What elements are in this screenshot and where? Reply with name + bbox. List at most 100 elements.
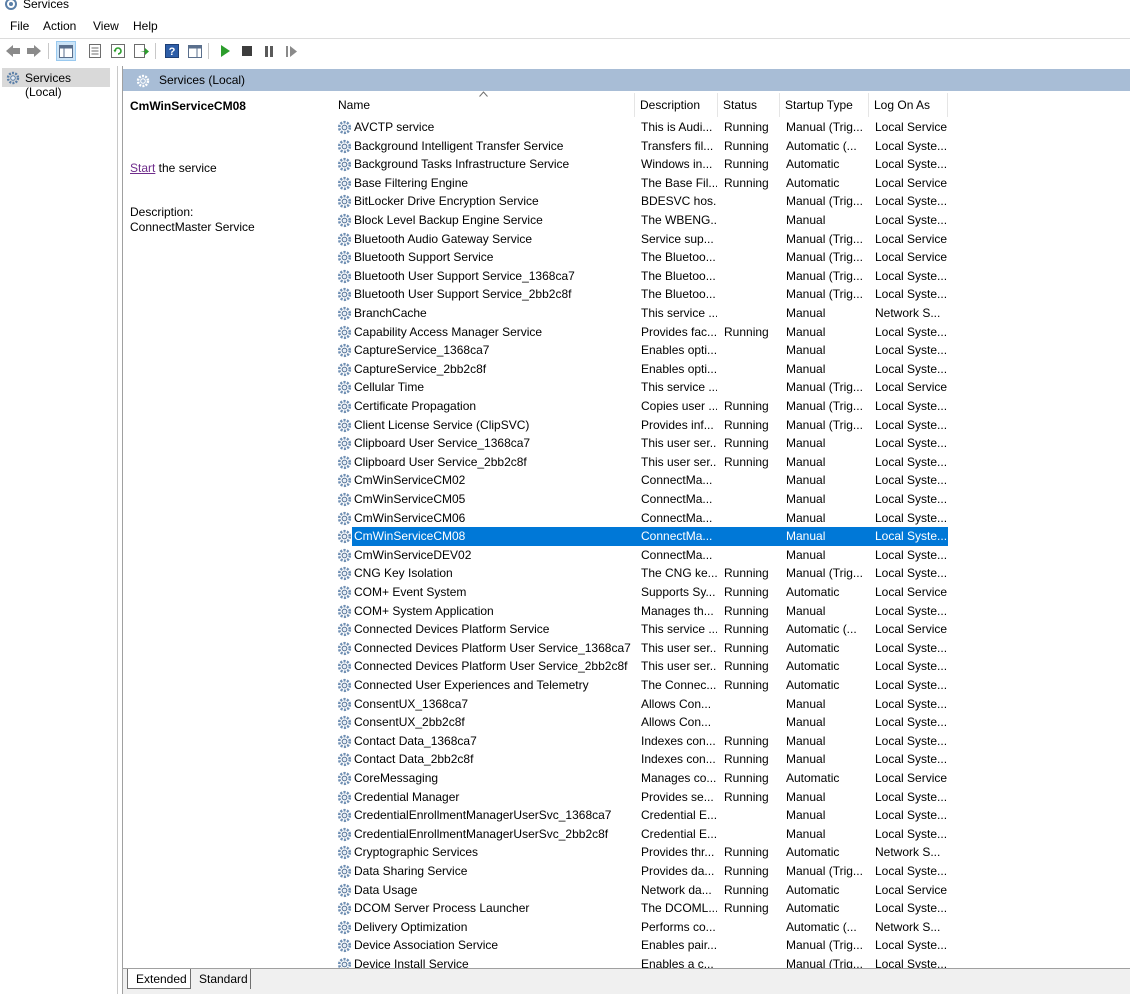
service-row[interactable]: Bluetooth User Support Service_2bb2c8f Th… [333, 285, 1130, 304]
service-row[interactable]: Connected Devices Platform User Service_… [333, 657, 1130, 676]
service-row[interactable]: Capability Access Manager Service Provide… [333, 323, 1130, 342]
service-row[interactable]: CmWinServiceCM08 ConnectMa... Manual Local … [333, 527, 1130, 546]
service-startup-type: Automatic [786, 845, 840, 860]
service-row[interactable]: Background Intelligent Transfer Service T… [333, 137, 1130, 156]
tree-item-services-local[interactable]: Services (Local) [2, 68, 110, 99]
menu-help[interactable]: Help [132, 19, 159, 33]
service-row[interactable]: Base Filtering Engine The Base Fil... Runn… [333, 174, 1130, 193]
service-startup-type: Manual [786, 715, 826, 730]
service-row[interactable]: Cellular Time This service ... Manual (Tri… [333, 378, 1130, 397]
service-log-on-as: Local Syste... [875, 510, 948, 525]
service-row[interactable]: CmWinServiceCM02 ConnectMa... Manual Local … [333, 471, 1130, 490]
pause-service-icon[interactable] [259, 41, 279, 61]
service-status: Running [724, 138, 769, 153]
service-description: Enables opti... [641, 343, 717, 358]
service-status: Running [724, 864, 769, 878]
tab-label: Extended [136, 972, 187, 986]
service-log-on-as: Local Service [875, 585, 948, 599]
service-description: Enables opti... [641, 361, 717, 376]
column-header-label: Name [338, 98, 371, 112]
service-row[interactable]: CaptureService_1368ca7 Enables opti... Man… [333, 341, 1130, 360]
service-row[interactable]: Delivery Optimization Performs co... Autom… [333, 918, 1130, 937]
service-name: Connected Devices Platform Service [354, 622, 550, 637]
service-row[interactable]: CaptureService_2bb2c8f Enables opti... Man… [333, 360, 1130, 379]
service-row[interactable]: Contact Data_1368ca7 Indexes con... Runnin… [333, 732, 1130, 751]
service-startup-type: Manual (Trig... [786, 938, 863, 953]
column-header-name[interactable]: Name [333, 91, 635, 117]
service-row[interactable]: CoreMessaging Manages co... Running Automat… [333, 769, 1130, 788]
service-row[interactable]: DCOM Server Process Launcher The DCOML...… [333, 899, 1130, 918]
tab-extended[interactable]: Extended [127, 969, 191, 989]
menu-bar: File Action View Help [0, 16, 1130, 36]
service-row[interactable]: Connected User Experiences and Telemetry… [333, 676, 1130, 695]
service-status: Running [724, 882, 769, 897]
service-startup-type: Automatic [786, 175, 840, 190]
service-name: ConsentUX_2bb2c8f [354, 715, 465, 730]
back-icon[interactable] [3, 41, 23, 61]
service-row[interactable]: Background Tasks Infrastructure Service W… [333, 155, 1130, 174]
service-row[interactable]: BitLocker Drive Encryption Service BDESVC… [333, 192, 1130, 211]
column-header-status[interactable]: Status [718, 93, 780, 117]
service-row[interactable]: Certificate Propagation Copies user ... Ru… [333, 397, 1130, 416]
forward-icon[interactable] [24, 41, 44, 61]
service-row[interactable]: CmWinServiceCM06 ConnectMa... Manual Local … [333, 509, 1130, 528]
service-row[interactable]: CNG Key Isolation The CNG ke... Running Man… [333, 564, 1130, 583]
service-row[interactable]: Credential Manager Provides se... Running M… [333, 788, 1130, 807]
service-row[interactable]: ConsentUX_2bb2c8f Allows Con... Manual Loca… [333, 713, 1130, 732]
service-description: ConnectMa... [641, 547, 713, 562]
show-hide-console-tree-icon[interactable] [56, 41, 76, 61]
service-status: Running [724, 622, 769, 637]
service-row[interactable]: CmWinServiceCM05 ConnectMa... Manual Local … [333, 490, 1130, 509]
export-list-icon[interactable] [131, 41, 151, 61]
service-description: The Connec... [641, 678, 717, 692]
service-row[interactable]: ConsentUX_1368ca7 Allows Con... Manual Loca… [333, 695, 1130, 714]
resume-service-icon[interactable] [281, 41, 301, 61]
service-row[interactable]: COM+ Event System Supports Sy... Running Au… [333, 583, 1130, 602]
service-log-on-as: Local Syste... [875, 436, 948, 451]
service-row[interactable]: Cryptographic Services Provides thr... Run… [333, 843, 1130, 862]
tab-standard[interactable]: Standard [191, 969, 251, 989]
service-row[interactable]: Bluetooth User Support Service_1368ca7 Th… [333, 267, 1130, 286]
column-header-startup-type[interactable]: Startup Type [780, 93, 869, 117]
show-action-pane-icon[interactable] [185, 41, 205, 61]
service-row[interactable]: Block Level Backup Engine Service The WBE… [333, 211, 1130, 230]
refresh-icon[interactable] [108, 41, 128, 61]
service-row[interactable]: Client License Service (ClipSVC) Provides… [333, 416, 1130, 435]
service-status: Running [724, 640, 769, 655]
help-icon[interactable]: ? [162, 41, 182, 61]
service-row[interactable]: Connected Devices Platform User Service_… [333, 639, 1130, 658]
stop-service-icon[interactable] [237, 41, 257, 61]
service-startup-type: Automatic [786, 157, 840, 172]
service-row[interactable]: Device Association Service Enables pair..… [333, 936, 1130, 955]
service-row[interactable]: BranchCache This service ... Manual Network… [333, 304, 1130, 323]
service-row[interactable]: Contact Data_2bb2c8f Indexes con... Runnin… [333, 750, 1130, 769]
column-header-log-on-as[interactable]: Log On As [869, 93, 948, 117]
service-startup-type: Manual [786, 547, 826, 562]
menu-file[interactable]: File [9, 19, 30, 33]
service-log-on-as: Local Service [875, 380, 948, 395]
service-row[interactable]: Clipboard User Service_2bb2c8f This user … [333, 453, 1130, 472]
service-gear-icon [336, 565, 353, 582]
service-row[interactable]: Connected Devices Platform Service This s… [333, 620, 1130, 639]
properties-icon[interactable] [85, 41, 105, 61]
start-service-icon[interactable] [215, 41, 235, 61]
service-row[interactable]: Bluetooth Audio Gateway Service Service s… [333, 230, 1130, 249]
service-startup-type: Manual [786, 436, 826, 451]
menu-view[interactable]: View [92, 19, 120, 33]
column-header-description[interactable]: Description [635, 93, 718, 117]
selected-service-name: CmWinServiceCM08 [130, 99, 246, 113]
service-row[interactable]: Clipboard User Service_1368ca7 This user … [333, 434, 1130, 453]
start-service-link[interactable]: Start [130, 161, 155, 175]
service-row[interactable]: Data Sharing Service Provides da... Runnin… [333, 862, 1130, 881]
service-row[interactable]: AVCTP service This is Audi... Running Manua… [333, 118, 1130, 137]
service-row[interactable]: COM+ System Application Manages th... Runn… [333, 602, 1130, 621]
service-row[interactable]: CredentialEnrollmentManagerUserSvc_2bb2c… [333, 825, 1130, 844]
service-startup-type: Automatic [786, 640, 840, 655]
service-row[interactable]: Data Usage Network da... Running Automatic L… [333, 881, 1130, 900]
service-row[interactable]: CmWinServiceDEV02 ConnectMa... Manual Local… [333, 546, 1130, 565]
service-startup-type: Automatic [786, 678, 840, 692]
service-startup-type: Automatic [786, 901, 840, 916]
menu-action[interactable]: Action [42, 19, 77, 33]
service-row[interactable]: Bluetooth Support Service The Bluetoo... M… [333, 248, 1130, 267]
service-row[interactable]: CredentialEnrollmentManagerUserSvc_1368c… [333, 806, 1130, 825]
